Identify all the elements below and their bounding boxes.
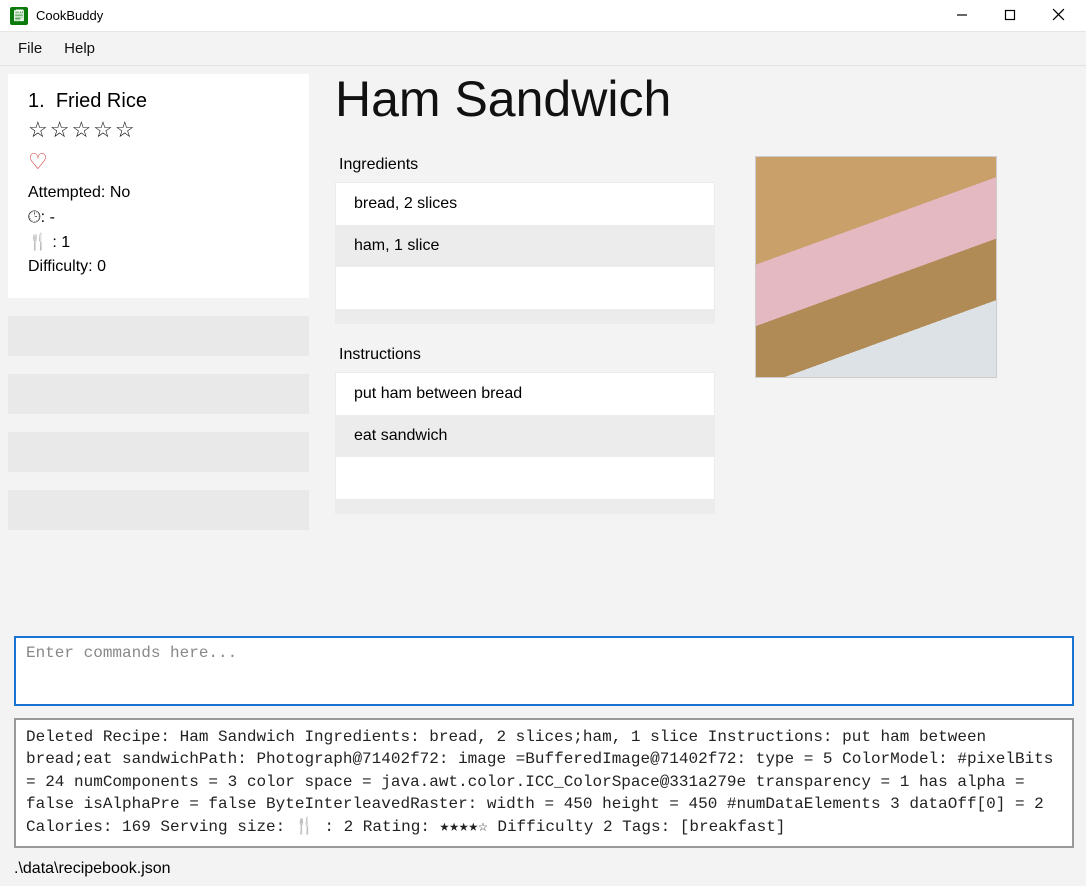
instruction-row-empty [336,499,714,513]
content-area: 1. Fried Rice ☆☆☆☆☆ ♡ Attempted: No 🕒︎: … [0,66,1086,886]
titlebar: 🗒 CookBuddy [0,0,1086,32]
sidebar: 1. Fried Rice ☆☆☆☆☆ ♡ Attempted: No 🕒︎: … [0,66,315,628]
menubar: File Help [0,32,1086,66]
ingredients-label: Ingredients [339,156,715,174]
attempted-value: No [110,184,130,201]
instruction-row[interactable]: put ham between bread [336,373,714,415]
maximize-button[interactable] [998,8,1022,24]
list-item-title: 1. Fried Rice [28,90,289,113]
detail-column: Ingredients bread, 2 slices ham, 1 slice… [335,156,715,536]
photo-column [755,156,997,536]
favorite-heart-icon[interactable]: ♡ [28,149,289,175]
recipe-list-item[interactable]: 1. Fried Rice ☆☆☆☆☆ ♡ Attempted: No 🕒︎: … [8,74,309,298]
app-title: CookBuddy [36,8,103,23]
rating-stars[interactable]: ☆☆☆☆☆ [28,117,289,143]
status-bar: .\data\recipebook.json [0,856,1086,886]
io-area: Deleted Recipe: Ham Sandwich Ingredients… [0,628,1086,856]
main-row: 1. Fried Rice ☆☆☆☆☆ ♡ Attempted: No 🕒︎: … [0,66,1086,628]
recipe-title: Ham Sandwich [335,70,1076,128]
serving-value: 1 [61,234,70,251]
cutlery-icon: 🍴 : [28,234,57,251]
ingredient-row[interactable]: bread, 2 slices [336,183,714,225]
ingredient-row[interactable]: ham, 1 slice [336,225,714,267]
list-item-meta: Attempted: No 🕒︎: - 🍴 : 1 Difficulty: 0 [28,181,289,280]
instructions-list[interactable]: put ham between bread eat sandwich [335,372,715,514]
time-value: - [50,209,55,226]
ingredient-row-empty [336,309,714,323]
instruction-row[interactable]: eat sandwich [336,415,714,457]
list-item-index: 1. [28,90,45,112]
list-item-name: Fried Rice [56,90,147,112]
list-item-placeholder [8,490,309,530]
list-item-placeholder [8,374,309,414]
attempted-label: Attempted: [28,184,105,201]
minimize-button[interactable] [950,8,974,24]
clock-icon: 🕒︎: [28,209,45,226]
list-item-placeholder [8,432,309,472]
close-button[interactable] [1046,8,1070,24]
detail-body: Ingredients bread, 2 slices ham, 1 slice… [335,156,1076,536]
menu-help[interactable]: Help [64,40,95,57]
ingredient-row-empty [336,267,714,309]
output-box: Deleted Recipe: Ham Sandwich Ingredients… [14,718,1074,848]
ingredients-list[interactable]: bread, 2 slices ham, 1 slice [335,182,715,324]
list-item-placeholder [8,316,309,356]
instruction-row-empty [336,457,714,499]
command-input[interactable] [14,636,1074,706]
difficulty-value: 0 [97,258,106,275]
recipe-photo [755,156,997,378]
detail-pane: Ham Sandwich Ingredients bread, 2 slices… [315,66,1086,628]
window-controls [950,8,1076,24]
instructions-label: Instructions [339,346,715,364]
app-icon: 🗒 [10,7,28,25]
difficulty-label: Difficulty: [28,258,93,275]
menu-file[interactable]: File [18,40,42,57]
